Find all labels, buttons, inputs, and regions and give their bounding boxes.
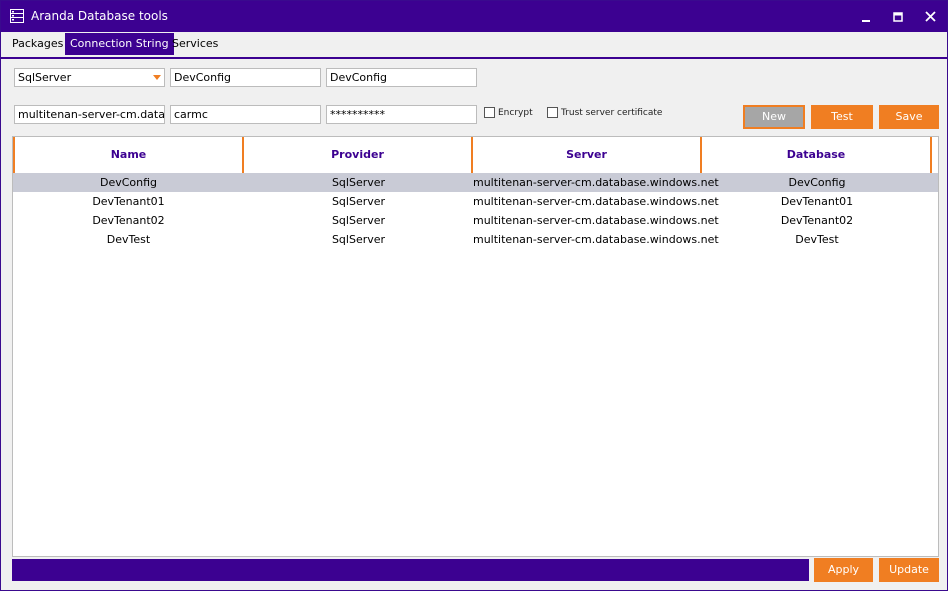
cell-database: DevTest <box>795 233 839 246</box>
trust-certificate-checkbox[interactable] <box>547 107 558 118</box>
user-input[interactable]: carmc <box>170 105 321 124</box>
column-header-server[interactable]: Server <box>473 137 702 173</box>
grid-header: Name Provider Server Database <box>13 137 938 173</box>
cell-database: DevTenant01 <box>780 195 854 208</box>
update-button[interactable]: Update <box>879 558 939 582</box>
cell-server: multitenan-server-cm.database.windows.ne… <box>473 233 719 246</box>
cell-name: DevTenant02 <box>92 214 165 227</box>
cell-database: DevConfig <box>788 176 846 189</box>
cell-server: multitenan-server-cm.database.windows.ne… <box>473 214 719 227</box>
close-icon <box>924 11 936 22</box>
encrypt-checkbox[interactable] <box>484 107 495 118</box>
window-title: Aranda Database tools <box>31 9 168 23</box>
encrypt-option[interactable]: Encrypt <box>484 107 533 118</box>
maximize-button[interactable] <box>882 1 914 32</box>
cell-server: multitenan-server-cm.database.windows.ne… <box>473 195 719 208</box>
database-tools-icon <box>9 8 25 24</box>
trust-certificate-label: Trust server certificate <box>561 107 663 118</box>
table-row[interactable]: DevConfig SqlServer multitenan-server-cm… <box>13 173 938 192</box>
chevron-down-icon[interactable] <box>153 75 161 80</box>
tab-bar: Packages Connection String Services <box>1 32 947 59</box>
database-input[interactable]: DevConfig <box>326 68 477 87</box>
column-header-provider[interactable]: Provider <box>244 137 473 173</box>
column-header-database[interactable]: Database <box>702 137 932 173</box>
cell-database: DevTenant02 <box>780 214 854 227</box>
new-button[interactable]: New <box>743 105 805 129</box>
cell-name: DevTenant01 <box>92 195 165 208</box>
cell-server: multitenan-server-cm.database.windows.ne… <box>473 176 719 189</box>
app-window: Aranda Database tools Packages Connectio… <box>0 0 948 591</box>
connection-name-input[interactable]: DevConfig <box>170 68 321 87</box>
table-row[interactable]: DevTenant01 SqlServer multitenan-server-… <box>13 192 938 211</box>
minimize-button[interactable] <box>850 1 882 32</box>
server-input[interactable]: multitenan-server-cm.databa <box>14 105 165 124</box>
table-row[interactable]: DevTenant02 SqlServer multitenan-server-… <box>13 211 938 230</box>
trust-certificate-option[interactable]: Trust server certificate <box>547 107 662 118</box>
cell-provider: SqlServer <box>331 176 386 189</box>
connections-grid[interactable]: Name Provider Server Database DevConfig … <box>12 136 939 557</box>
status-bar <box>12 559 809 581</box>
grid-rows: DevConfig SqlServer multitenan-server-cm… <box>13 173 938 249</box>
close-button[interactable] <box>914 1 946 32</box>
cell-provider: SqlServer <box>331 195 386 208</box>
test-button[interactable]: Test <box>811 105 873 129</box>
encrypt-label: Encrypt <box>498 107 533 118</box>
provider-select[interactable]: SqlServer <box>14 68 165 87</box>
title-bar[interactable]: Aranda Database tools <box>1 1 947 32</box>
cell-provider: SqlServer <box>331 214 386 227</box>
tab-packages[interactable]: Packages <box>7 33 68 55</box>
provider-select-value: SqlServer <box>18 71 72 84</box>
tab-services[interactable]: Services <box>167 33 223 55</box>
password-input[interactable]: ********** <box>326 105 477 124</box>
maximize-icon <box>893 11 903 22</box>
cell-name: DevTest <box>106 233 151 246</box>
column-header-name[interactable]: Name <box>13 137 244 173</box>
cell-name: DevConfig <box>99 176 158 189</box>
apply-button[interactable]: Apply <box>814 558 873 582</box>
table-row[interactable]: DevTest SqlServer multitenan-server-cm.d… <box>13 230 938 249</box>
cell-provider: SqlServer <box>331 233 386 246</box>
tab-connection-string[interactable]: Connection String <box>65 33 174 55</box>
minimize-icon <box>861 12 871 22</box>
save-button[interactable]: Save <box>879 105 939 129</box>
